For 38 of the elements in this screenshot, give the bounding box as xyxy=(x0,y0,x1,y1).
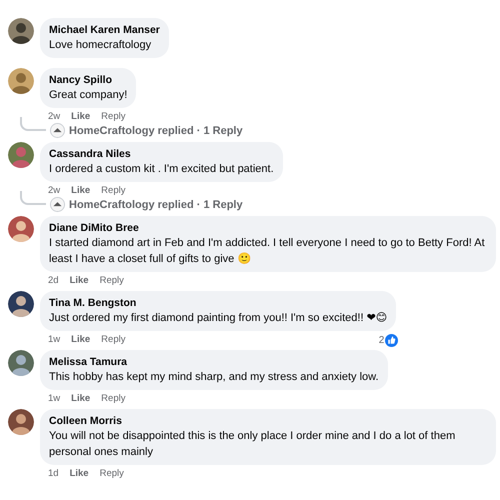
like-icon[interactable] xyxy=(385,334,398,347)
reply-link[interactable]: Reply xyxy=(101,184,126,197)
commenter-name[interactable]: Michael Karen Manser xyxy=(49,23,160,37)
reply-link[interactable]: Reply xyxy=(100,274,124,287)
connector-line xyxy=(20,191,46,205)
comment-text: You will not be disappointed this is the only place I order mine and I do a lot of them personal ones mainly xyxy=(49,429,456,460)
like-link[interactable]: Like xyxy=(70,274,89,287)
like-link[interactable]: Like xyxy=(71,184,90,197)
comment-time: 2w xyxy=(48,184,60,197)
comment-time: 2w xyxy=(48,110,60,123)
commenter-name[interactable]: Cassandra Niles xyxy=(49,147,274,161)
reply-link[interactable]: Reply xyxy=(101,110,126,123)
replies-link[interactable]: HomeCraftology replied · 1 Reply xyxy=(69,122,243,139)
replies-link[interactable]: HomeCraftology replied · 1 Reply xyxy=(69,196,243,213)
like-link[interactable]: Like xyxy=(70,467,89,480)
comment-text: This hobby has kept my mind sharp, and my stress and anxiety low. xyxy=(49,370,379,385)
comment-text: Just ordered my first diamond painting from you!! I'm so excited!! ❤😊 xyxy=(49,311,388,326)
comment-time: 1w xyxy=(48,392,60,405)
reply-link[interactable]: Reply xyxy=(101,333,126,346)
comment-text: Love homecraftology xyxy=(49,38,152,53)
comment-text: I started diamond art in Feb and I'm addicted. I tell everyone I need to go to Betty Ford! At least I have a closet full of gifts to give 🙂 xyxy=(49,236,486,267)
comment-time: 1d xyxy=(48,467,59,480)
commenter-name[interactable]: Nancy Spillo xyxy=(49,73,128,87)
like-link[interactable]: Like xyxy=(71,333,90,346)
commenter-name[interactable]: Colleen Morris xyxy=(49,414,487,428)
reaction-count: 2 xyxy=(378,334,384,348)
like-link[interactable]: Like xyxy=(71,392,90,405)
comment-time: 1w xyxy=(48,333,60,346)
comment-text: I ordered a custom kit . I'm excited but patient. xyxy=(49,162,274,177)
reply-link[interactable]: Reply xyxy=(101,392,126,405)
connector-line xyxy=(20,117,46,131)
commenter-name[interactable]: Diane DiMito Bree xyxy=(49,221,487,235)
like-link[interactable]: Like xyxy=(71,110,90,123)
commenter-name[interactable]: Tina M. Bengston xyxy=(49,296,388,310)
reply-link[interactable]: Reply xyxy=(100,467,124,480)
comment-time: 2d xyxy=(48,274,59,287)
commenter-name[interactable]: Melissa Tamura xyxy=(49,355,379,369)
comment-text: Great company! xyxy=(49,88,128,103)
